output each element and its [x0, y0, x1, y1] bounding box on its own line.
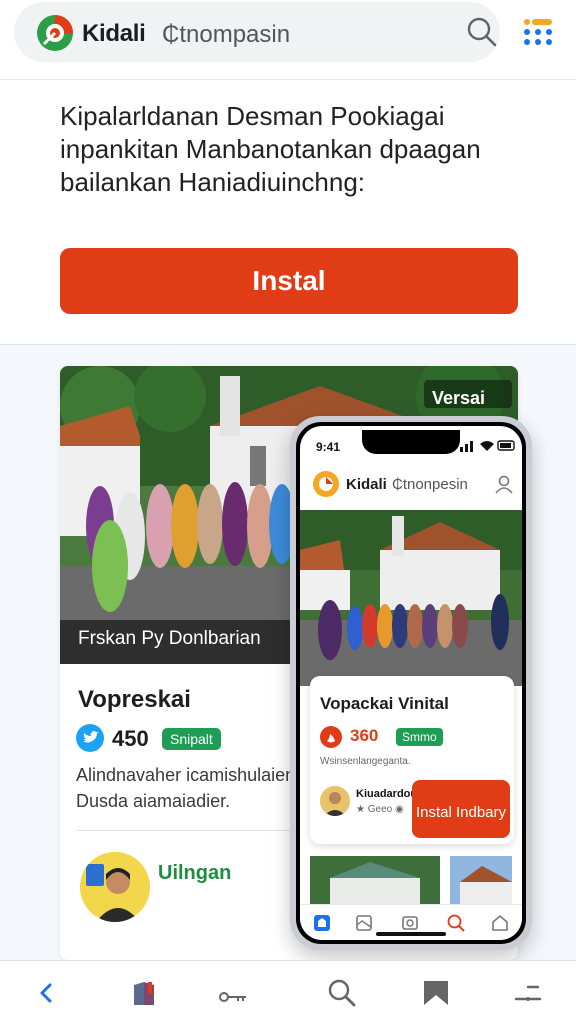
- phone-avatar: [320, 786, 350, 816]
- intro-text: Kipalarldanan Desman Pookiagai inpankita…: [60, 101, 481, 197]
- author-name[interactable]: Uilngan: [158, 862, 231, 885]
- phone-photo: [300, 510, 522, 686]
- bottom-nav: [0, 960, 576, 1024]
- bookmark-icon[interactable]: [420, 977, 452, 1009]
- library-icon[interactable]: [128, 977, 160, 1009]
- phone-brand-subtitle: ₵tnonpesin: [392, 476, 468, 493]
- status-badge: Snipalt: [162, 728, 221, 750]
- status-time: 9:41: [316, 440, 341, 454]
- phone-tab-gallery-icon[interactable]: [354, 913, 374, 933]
- phone-tab-search-icon[interactable]: [446, 913, 466, 933]
- phone-status-badge: Smmo: [396, 728, 443, 746]
- card-title: Vopreskai: [78, 686, 191, 713]
- search-bar[interactable]: Kidali ₵tnompasin: [14, 2, 500, 62]
- key-icon[interactable]: [216, 977, 248, 1009]
- phone-tab-home-outline-icon[interactable]: [490, 913, 510, 933]
- brand-subtitle: ₵tnompasin: [162, 21, 291, 48]
- phone-rating: 360: [350, 726, 379, 745]
- version-badge: Versai: [432, 388, 486, 408]
- kidali-logo-icon: [37, 15, 73, 51]
- phone-brand: Kidali: [346, 476, 387, 493]
- phone-install-button[interactable]: Instal Indbary: [412, 780, 510, 838]
- avatar[interactable]: [80, 852, 150, 922]
- phone-notch: [362, 430, 460, 454]
- phone-author-name: Kiuadardou: [356, 788, 418, 800]
- card-description: Alindnavaher icamishulaiena Dusda aiamai…: [76, 765, 306, 811]
- search-icon[interactable]: [466, 16, 498, 48]
- more-icon[interactable]: [512, 977, 544, 1009]
- apps-grid-icon[interactable]: [522, 16, 554, 48]
- status-icons: [460, 440, 515, 452]
- rating-value: 450: [112, 726, 149, 751]
- install-button[interactable]: Instal: [60, 248, 518, 314]
- phone-mockup: 9:41 Kidali ₵tnonpesin Vopackai Vinital …: [290, 416, 532, 950]
- phone-home-indicator: [376, 932, 446, 936]
- brand-name: Kidali: [82, 20, 146, 47]
- phone-tab-home-icon[interactable]: [312, 913, 332, 933]
- phone-author-meta: ★ Geeo ◉: [356, 804, 404, 815]
- top-bar: Kidali ₵tnompasin: [0, 0, 576, 80]
- divider: [76, 830, 290, 831]
- search-icon[interactable]: [326, 977, 358, 1009]
- photo-caption: Frskan Py Donlbarian: [78, 628, 261, 649]
- bird-icon: [76, 724, 104, 752]
- kidali-logo-icon: [313, 471, 339, 497]
- phone-card-title: Vopackai Vinital: [320, 694, 449, 713]
- flame-icon: [320, 726, 342, 748]
- back-icon[interactable]: [30, 977, 62, 1009]
- phone-description: Wsinsenlangeganta.: [320, 756, 411, 767]
- phone-screen-content: 9:41 Kidali ₵tnonpesin Vopackai Vinital …: [300, 426, 522, 940]
- phone-thumbnails: [310, 856, 512, 906]
- phone-screen: 9:41 Kidali ₵tnonpesin Vopackai Vinital …: [296, 422, 526, 944]
- user-icon[interactable]: [494, 474, 514, 494]
- phone-tab-camera-icon[interactable]: [400, 913, 420, 933]
- app-page: Kidali ₵tnompasin Kipalarldanan Desman P…: [0, 0, 576, 1024]
